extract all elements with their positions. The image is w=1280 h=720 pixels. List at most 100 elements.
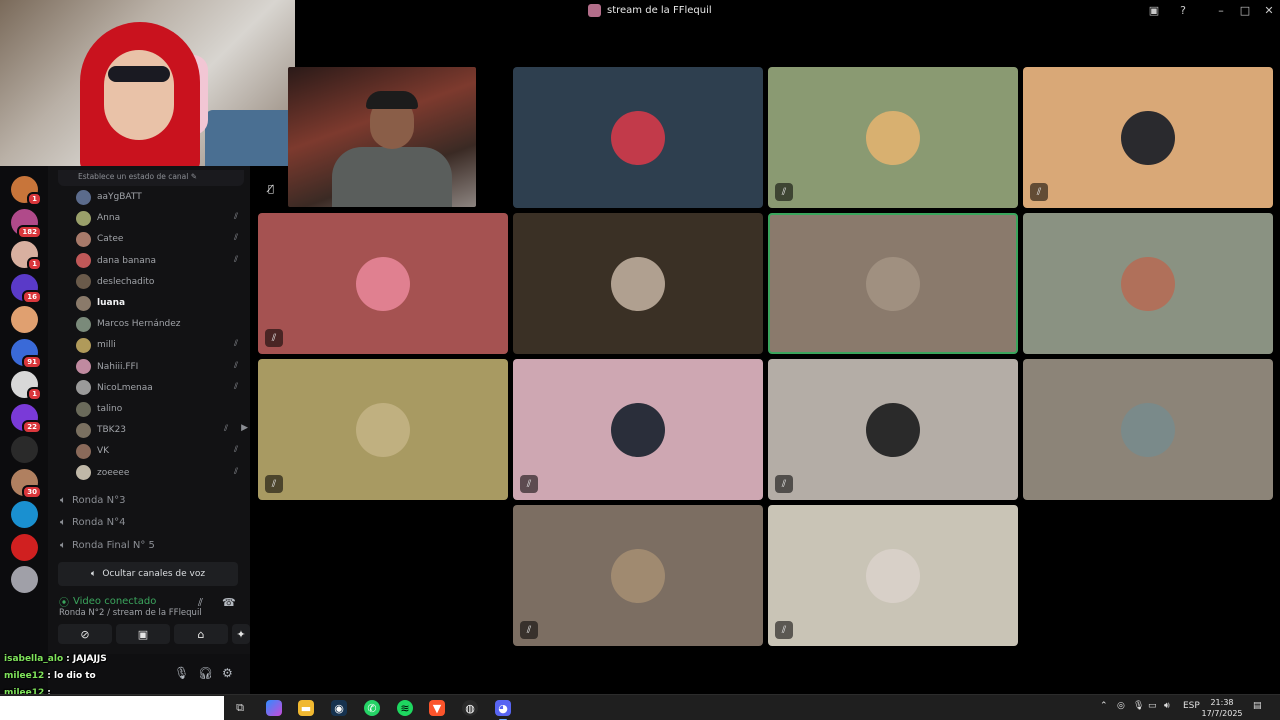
video-tile-camera[interactable] [288, 67, 476, 207]
server-icon[interactable]: 182 [11, 208, 42, 239]
help-icon[interactable]: ? [1176, 4, 1190, 18]
channel-status-hint[interactable]: Establece un estado de canal ✎ [58, 170, 244, 186]
voice-channel[interactable]: 🔈︎ Ronda N°3 [60, 490, 246, 510]
server-icon[interactable] [11, 306, 38, 333]
video-tile[interactable]: ⫽ [513, 359, 763, 500]
video-tile[interactable] [513, 213, 763, 354]
maximize-button[interactable]: □ [1238, 4, 1252, 18]
member-avatar [76, 231, 91, 247]
voice-member[interactable]: dana banana ⫽ [76, 251, 246, 271]
video-tile[interactable]: ⫽ [1023, 67, 1273, 208]
video-tile[interactable] [513, 67, 763, 208]
server-icon[interactable]: 16 [11, 273, 42, 304]
mic-muted-icon: ⫽ [233, 360, 238, 371]
voice-member[interactable]: deslechadito [76, 272, 246, 292]
video-tile[interactable]: ⫽ [258, 359, 508, 500]
voice-channel-path[interactable]: Ronda N°2 / stream de la FFlequil [59, 608, 202, 618]
file-explorer-icon[interactable]: ▬ [298, 700, 314, 716]
member-avatar [76, 465, 91, 481]
tray-app-icon[interactable]: ◎ [1117, 701, 1125, 711]
member-avatar [76, 422, 91, 438]
server-icon[interactable] [11, 566, 38, 593]
server-icon[interactable] [11, 533, 38, 561]
voice-member[interactable]: VK ⫽ [76, 441, 246, 461]
video-tile[interactable]: ⫽ [768, 67, 1018, 208]
member-name: Marcos Hernández [97, 319, 181, 330]
disconnect-icon[interactable]: ☎ [222, 596, 236, 609]
video-tile[interactable] [1023, 213, 1273, 354]
screen-share-button[interactable]: ▣ [116, 624, 170, 644]
voice-member[interactable]: Catee ⫽ [76, 229, 246, 249]
member-name: Catee [97, 234, 124, 245]
copilot-icon[interactable] [266, 700, 282, 716]
server-icon[interactable] [11, 501, 38, 528]
language-indicator[interactable]: ESP [1183, 701, 1200, 711]
voice-member[interactable]: NicoLmenaa ⫽ [76, 378, 246, 398]
server-icon[interactable] [11, 436, 38, 463]
voice-member[interactable]: Marcos Hernández [76, 314, 246, 334]
mic-muted-icon: ⫽ [233, 466, 238, 477]
voice-member[interactable]: aaYgBATT [76, 187, 246, 207]
member-name: dana banana [97, 255, 156, 266]
voice-member[interactable]: Nahiii.FFI ⫽ [76, 357, 246, 377]
video-tile[interactable]: ⫽ [768, 505, 1018, 646]
tray-mic-icon[interactable]: 🎙︎ [1133, 701, 1144, 711]
activity-button[interactable]: ⌂ [174, 624, 228, 644]
video-tile[interactable]: ⫽ [768, 359, 1018, 500]
video-tile[interactable] [768, 213, 1018, 354]
taskbar-search-box[interactable] [0, 696, 224, 720]
obs-icon[interactable]: ◍ [462, 700, 478, 716]
voice-member[interactable]: milli ⫽ [76, 335, 246, 355]
brave-icon[interactable]: ▼ [429, 700, 445, 716]
server-icon[interactable]: 22 [11, 403, 42, 434]
spotify-icon[interactable]: ≋ [397, 700, 413, 716]
chat-text: : JAJAJJS [66, 654, 107, 664]
minimize-button[interactable]: – [1214, 4, 1228, 18]
voice-channel[interactable]: 🔈︎ Ronda N°4 [60, 513, 246, 533]
speaker-icon: 🔈︎ [60, 517, 66, 528]
voice-member[interactable]: luana [76, 293, 246, 313]
mic-muted-icon: ⫽ [520, 475, 538, 493]
window-title-text: stream de la FFlequil [607, 5, 712, 16]
server-avatar-icon [588, 4, 601, 17]
pencil-icon: ✎ [190, 172, 198, 181]
server-icon[interactable]: 30 [11, 468, 42, 499]
voice-member[interactable]: talino [76, 399, 246, 419]
speaker-icon: 🔈︎ [90, 569, 97, 579]
mic-muted-icon: ⫽ [233, 339, 238, 350]
steam-icon[interactable]: ◉ [331, 700, 347, 716]
inbox-icon[interactable]: ▣ [1147, 4, 1161, 18]
chevron-up-icon[interactable]: ⌃ [1100, 701, 1108, 711]
voice-member[interactable]: TBK23 ⫽ ▶ [76, 420, 248, 440]
participant-avatar [866, 402, 920, 457]
voice-channel[interactable]: 🔈︎ Ronda Final N° 5 [60, 535, 246, 555]
server-icon[interactable]: 91 [11, 338, 42, 369]
whatsapp-icon[interactable]: ✆ [364, 700, 380, 716]
close-button[interactable]: ✕ [1262, 4, 1276, 18]
noise-suppression-icon[interactable]: ⫽ [198, 596, 203, 610]
member-avatar [76, 210, 91, 226]
network-icon[interactable]: ▭ [1148, 701, 1157, 711]
member-name: Anna [97, 213, 121, 224]
discord-icon[interactable]: ◕ [495, 700, 511, 720]
mic-muted-icon: ⫽ [1030, 183, 1048, 201]
server-icon[interactable]: 1 [11, 176, 42, 206]
hide-voice-channels-button[interactable]: 🔈︎ Ocultar canales de voz [58, 562, 238, 586]
soundboard-button[interactable]: ✦ [232, 624, 250, 644]
notifications-icon[interactable]: ▤ [1253, 701, 1262, 711]
clock[interactable]: 21:38 17/7/2025 [1200, 697, 1244, 719]
mic-muted-icon: ⫽ [265, 475, 283, 493]
video-tile[interactable] [1023, 359, 1273, 500]
voice-member[interactable]: zoeeee ⫽ [76, 463, 246, 483]
webcam-sunglasses [108, 66, 170, 82]
task-view-icon[interactable]: ⧉ [232, 700, 248, 716]
window-title: stream de la FFlequil [588, 4, 712, 17]
camera-off-button[interactable]: ⊘ [58, 624, 112, 644]
voice-member[interactable]: Anna ⫽ [76, 208, 246, 228]
video-tile[interactable]: ⫽ [513, 505, 763, 646]
video-tile[interactable]: ⫽ [258, 213, 508, 354]
volume-icon[interactable]: 🔊︎ [1164, 701, 1170, 711]
server-icon[interactable]: 1 [11, 241, 42, 271]
chat-username: milee12 [4, 671, 45, 681]
server-icon[interactable]: 1 [11, 371, 42, 401]
